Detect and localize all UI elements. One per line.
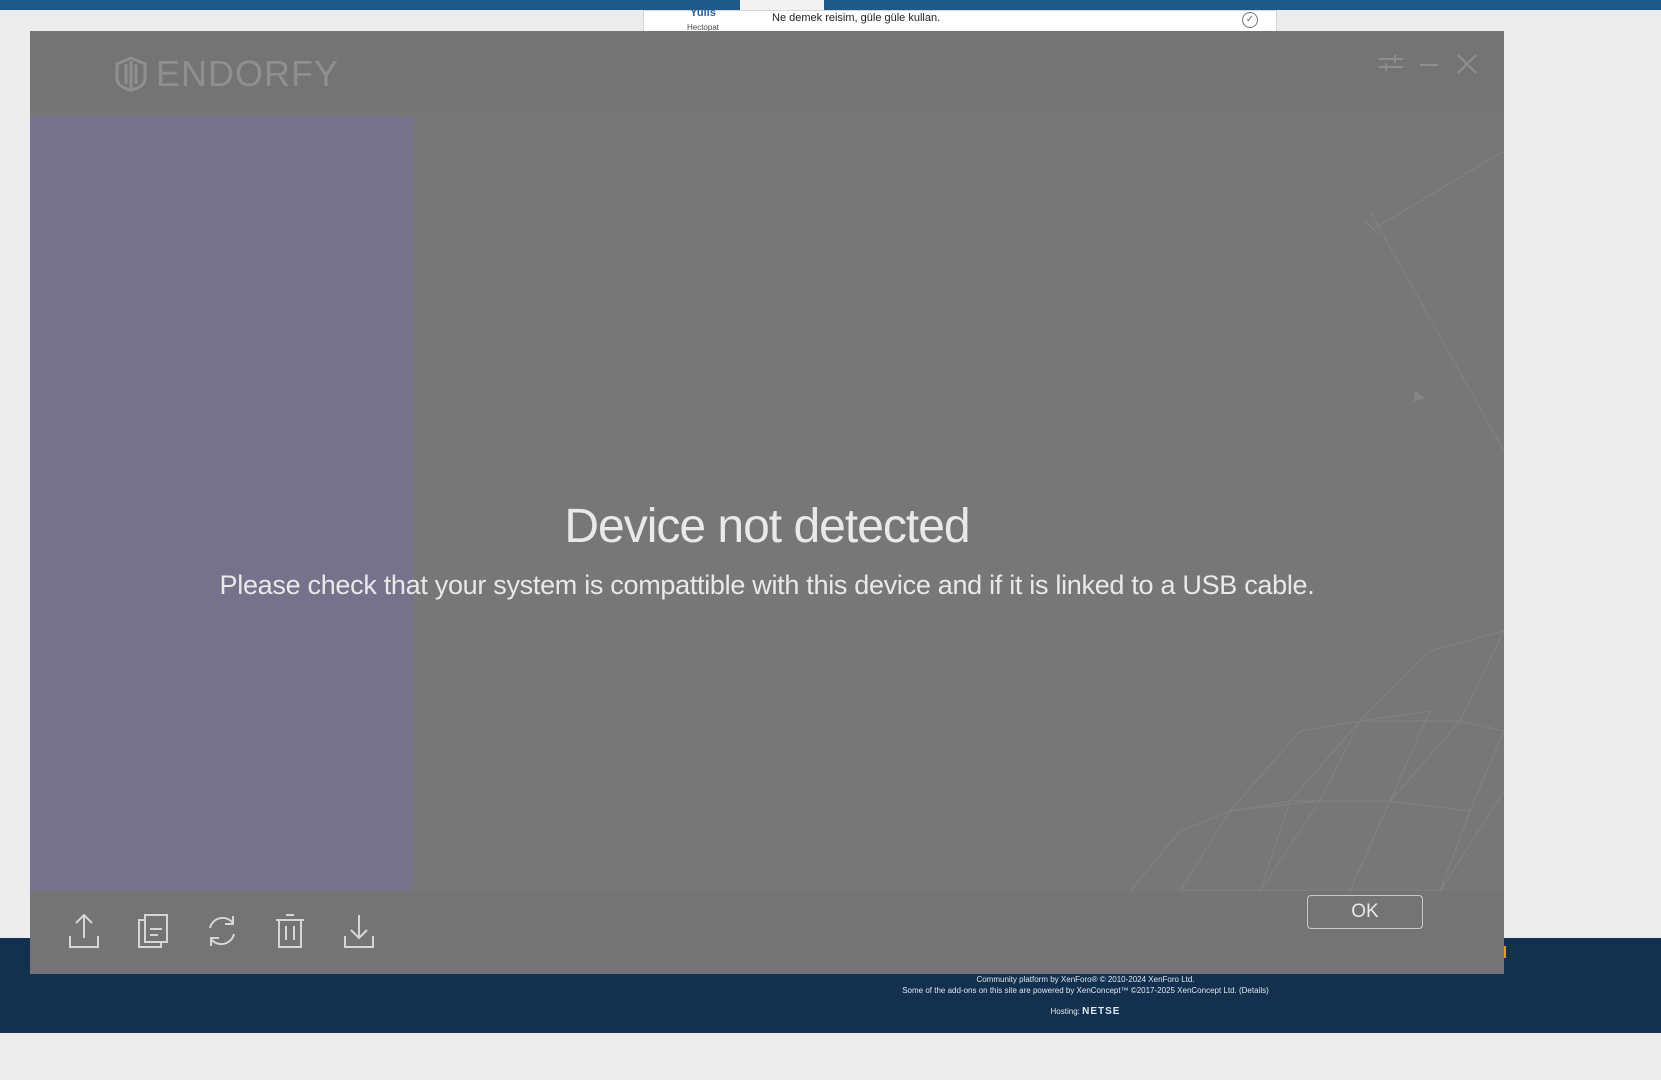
delete-button[interactable] [270,911,310,951]
endorfy-logo-icon [115,56,147,92]
bottom-toolbar [30,891,1504,974]
upload-icon [69,913,99,948]
brand-name: ENDORFY [156,53,340,94]
footer-addons-note: Some of the add-ons on this site are pow… [902,986,1269,995]
app-header: ENDORFY [30,31,1504,113]
brand-logo: ENDORFY [114,53,339,95]
endorfy-app-window: ENDORFY Device not detected Please check… [30,31,1504,974]
footer-hosting-brand[interactable]: NETSE [1082,1006,1120,1017]
delete-icon [276,914,304,948]
refresh-icon [209,916,235,946]
footer-hosting: Hosting: NETSE [0,1006,1661,1017]
settings-sliders-icon[interactable] [1378,53,1404,73]
ok-button[interactable]: OK [1307,895,1423,929]
copy-button[interactable] [133,911,173,951]
check-icon[interactable]: ✓ [1242,12,1258,28]
refresh-button[interactable] [202,911,242,951]
copy-icon [138,914,168,948]
close-icon[interactable] [1456,53,1478,75]
device-status-title: Device not detected [564,500,970,553]
footer-hosting-label: Hosting: [1050,1007,1080,1016]
post-username[interactable]: Yuiis [643,8,763,19]
download-icon [344,915,374,948]
browser-page-topbar [0,0,1661,10]
footer-copyright: Community platform by XenForo® © 2010-20… [976,975,1195,984]
upload-button[interactable] [64,911,104,951]
post-message: Ne demek reisim, güle güle kullan. [772,12,941,24]
minimize-icon[interactable] [1419,53,1439,73]
download-button[interactable] [339,911,379,951]
device-status-message: Please check that your system is compatt… [219,570,1315,600]
